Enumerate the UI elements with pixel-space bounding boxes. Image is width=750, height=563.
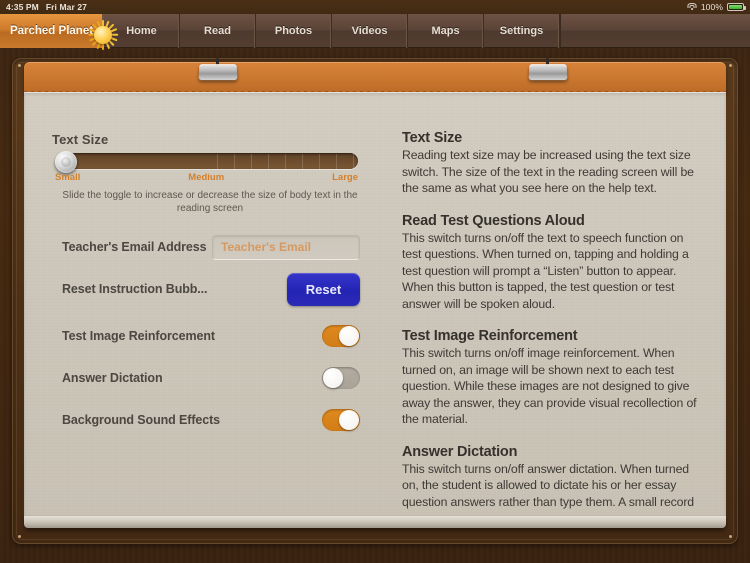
slider-ticks: [217, 154, 370, 170]
background-sound-effects-row: Background Sound Effects: [62, 405, 360, 435]
wifi-icon: [687, 3, 697, 11]
help-body-answer-dictation: This switch turns on/off answer dictatio…: [402, 461, 694, 509]
help-heading-read-test-questions-aloud: Read Test Questions Aloud: [402, 212, 585, 229]
settings-column: Text Size Small Medium Large Slide the t…: [52, 132, 370, 431]
teacher-email-row: Teacher's Email Address Teacher's Email: [62, 232, 360, 262]
answer-dictation-label: Answer Dictation: [62, 371, 163, 385]
help-body-text-size: Reading text size may be increased using…: [402, 148, 694, 195]
status-time: 4:35 PM: [6, 2, 39, 12]
text-size-help-text: Slide the toggle to increase or decrease…: [62, 190, 358, 214]
frame-corner-dot: [729, 535, 732, 538]
clipboard: Text Size Small Medium Large Slide the t…: [24, 58, 726, 528]
frame-corner-dot: [18, 535, 21, 538]
clipboard-clip-right: [528, 58, 568, 84]
background-sound-effects-toggle[interactable]: [322, 409, 360, 431]
frame-corner-dot: [18, 64, 21, 67]
test-image-reinforcement-row: Test Image Reinforcement: [62, 321, 360, 351]
clipboard-clip-left: [198, 58, 238, 84]
tab-settings[interactable]: Settings: [484, 14, 560, 48]
reset-instruction-row: Reset Instruction Bubb... Reset: [62, 272, 360, 306]
tab-settings-label: Settings: [499, 25, 544, 37]
teacher-email-input[interactable]: Teacher's Email: [212, 234, 360, 260]
slider-label-small: Small: [55, 172, 81, 183]
brand-tab-parched-planet[interactable]: Parched Planet: [0, 14, 119, 50]
test-image-reinforcement-toggle[interactable]: [322, 325, 360, 347]
tab-home-label: Home: [126, 25, 157, 37]
slider-label-large: Large: [332, 172, 358, 183]
tab-maps-label: Maps: [431, 25, 460, 37]
answer-dictation-row: Answer Dictation: [62, 363, 360, 393]
paper-bottom-edge: [24, 516, 726, 528]
background-sound-effects-label: Background Sound Effects: [62, 413, 221, 427]
status-date: Fri Mar 27: [45, 2, 87, 12]
tab-videos-label: Videos: [351, 25, 388, 37]
tab-videos[interactable]: Videos: [332, 14, 408, 48]
slider-label-medium: Medium: [188, 172, 225, 183]
text-size-title: Text Size: [52, 132, 109, 147]
tab-read-label: Read: [204, 25, 231, 37]
status-bar: 4:35 PM Fri Mar 27 100%: [0, 0, 750, 14]
battery-percent-label: 100%: [700, 2, 723, 12]
test-image-reinforcement-label: Test Image Reinforcement: [62, 329, 215, 343]
help-body-read-test-questions-aloud: This switch turns on/off the text to spe…: [402, 230, 689, 311]
tab-photos[interactable]: Photos: [256, 14, 332, 48]
slider-track[interactable]: [67, 153, 370, 170]
tab-photos-label: Photos: [274, 25, 313, 37]
settings-paper-sheet: Text Size Small Medium Large Slide the t…: [24, 92, 726, 516]
brand-label: Parched Planet: [9, 25, 94, 37]
sun-icon: [88, 20, 119, 50]
reset-button[interactable]: Reset: [287, 272, 360, 306]
help-heading-test-image-reinforcement: Test Image Reinforcement: [402, 328, 578, 344]
main-navigation-bar: Parched Planet Home Read Photos Videos M…: [0, 14, 750, 50]
answer-dictation-toggle[interactable]: [322, 367, 360, 389]
help-body-test-image-reinforcement: This switch turns on/off image reinforce…: [402, 346, 697, 426]
help-text-panel[interactable]: Text Size Reading text size may be incre…: [402, 130, 700, 510]
help-heading-answer-dictation: Answer Dictation: [402, 443, 518, 460]
nav-empty-space: [560, 14, 750, 47]
battery-icon: [727, 3, 746, 11]
tab-read[interactable]: Read: [180, 14, 256, 48]
teacher-email-label: Teacher's Email Address: [62, 240, 207, 254]
text-size-slider[interactable]: [55, 151, 370, 173]
status-indicators: 100%: [687, 2, 746, 12]
frame-corner-dot: [729, 64, 732, 67]
help-heading-text-size: Text Size: [402, 130, 462, 146]
slider-knob[interactable]: [55, 151, 77, 173]
reset-instruction-label: Reset Instruction Bubb...: [62, 282, 208, 296]
slider-scale-labels: Small Medium Large: [55, 172, 358, 183]
clipboard-header-bar: [24, 58, 726, 94]
tab-maps[interactable]: Maps: [408, 14, 484, 48]
